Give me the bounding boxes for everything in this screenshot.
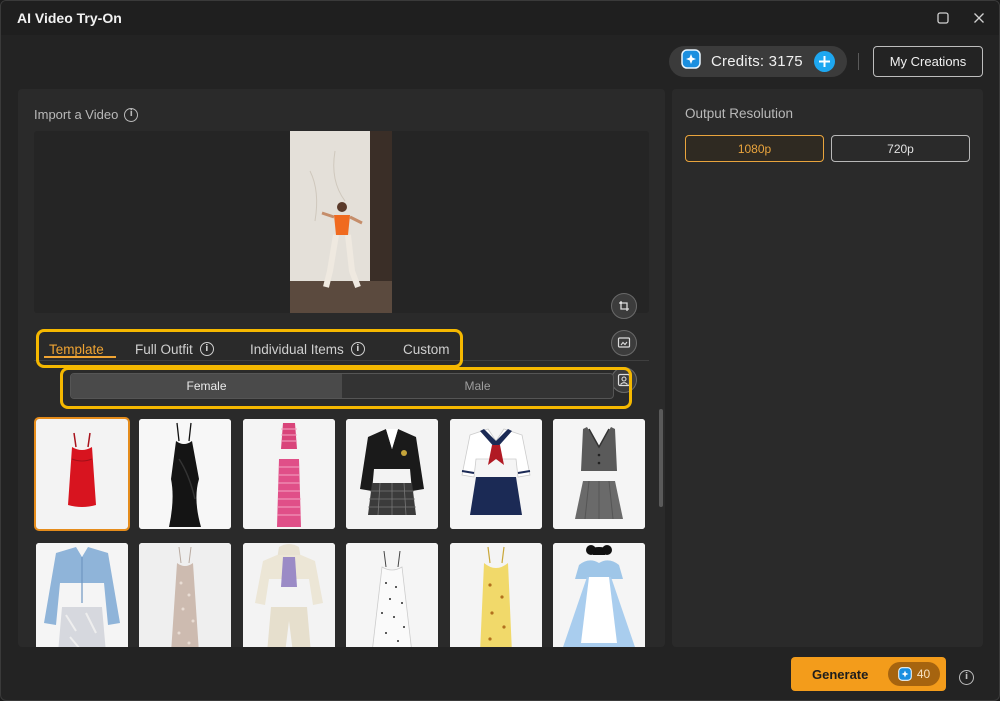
tab-custom[interactable]: Custom [403,339,450,359]
grid-scrollbar[interactable] [659,409,663,507]
info-icon[interactable]: i [124,107,139,122]
credit-gem-icon [681,49,701,74]
red-mini-dress-icon[interactable] [34,417,130,531]
crop-tool-icon[interactable] [611,293,637,319]
sailor-uniform-icon[interactable] [450,419,542,529]
credit-gem-icon [897,667,912,681]
tab-full-outfit-label: Full Outfit [135,341,193,357]
tab-active-underline [44,356,116,358]
resolution-720p-button[interactable]: 720p [831,135,970,162]
tab-custom-label: Custom [403,341,450,357]
plus-icon [819,56,830,67]
add-credits-button[interactable] [814,51,835,72]
tab-template-label: Template [49,341,104,357]
credits-count: Credits: 3175 [711,53,803,70]
garment-grid [33,417,645,647]
import-video-label: Import a Video i [34,107,139,122]
right-panel: Output Resolution 1080p 720p [672,89,983,647]
generate-button[interactable]: Generate 40 [791,657,946,691]
white-polka-dress-icon[interactable] [346,543,438,647]
gender-female-option[interactable]: Female [71,374,342,398]
title-bar: AI Video Try-On [1,1,999,35]
resolution-1080p-button[interactable]: 1080p [685,135,824,162]
tab-full-outfit[interactable]: Full Outfit i [135,339,214,359]
pink-striped-set-icon[interactable] [243,419,335,529]
video-thumbnail[interactable] [290,131,392,313]
black-slip-dress-icon[interactable] [139,419,231,529]
close-icon[interactable] [968,7,990,29]
yellow-floral-dress-icon[interactable] [450,543,542,647]
gender-male-option[interactable]: Male [342,374,613,398]
my-creations-button[interactable]: My Creations [873,46,983,77]
tab-individual-items-label: Individual Items [250,341,344,357]
gender-toggle: Female Male [70,373,614,399]
maximize-icon[interactable] [932,7,954,29]
app-title: AI Video Try-On [17,10,122,26]
blue-cardigan-silver-skirt-icon[interactable] [36,543,128,647]
sequin-slip-dress-icon[interactable] [139,543,231,647]
generate-info[interactable]: i [959,666,974,685]
blue-apron-dress-icon[interactable] [553,543,645,647]
credits-pill: Credits: 3175 [669,46,847,77]
generate-cost-pill: 40 [888,662,940,686]
generate-cost: 40 [916,667,931,681]
left-panel: Import a Video i Template Full Outfit i … [18,89,665,647]
cream-hoodie-set-icon[interactable] [243,543,335,647]
video-preview-area[interactable] [34,131,649,393]
output-resolution-label: Output Resolution [685,106,794,121]
import-video-text: Import a Video [34,107,119,122]
header-divider [858,53,859,70]
portrait-tool-icon[interactable] [611,367,637,393]
generate-label: Generate [812,666,869,682]
tab-individual-items[interactable]: Individual Items i [250,339,365,359]
black-blazer-plaid-skirt-icon[interactable] [346,419,438,529]
grey-vest-skirt-icon[interactable] [553,419,645,529]
category-tabs: Template Full Outfit i Individual Items … [34,337,649,361]
app-window: AI Video Try-On Credits: 3175 My Creatio… [0,0,1000,701]
info-icon[interactable]: i [350,342,365,356]
info-icon[interactable]: i [959,670,974,685]
info-icon[interactable]: i [199,342,214,356]
